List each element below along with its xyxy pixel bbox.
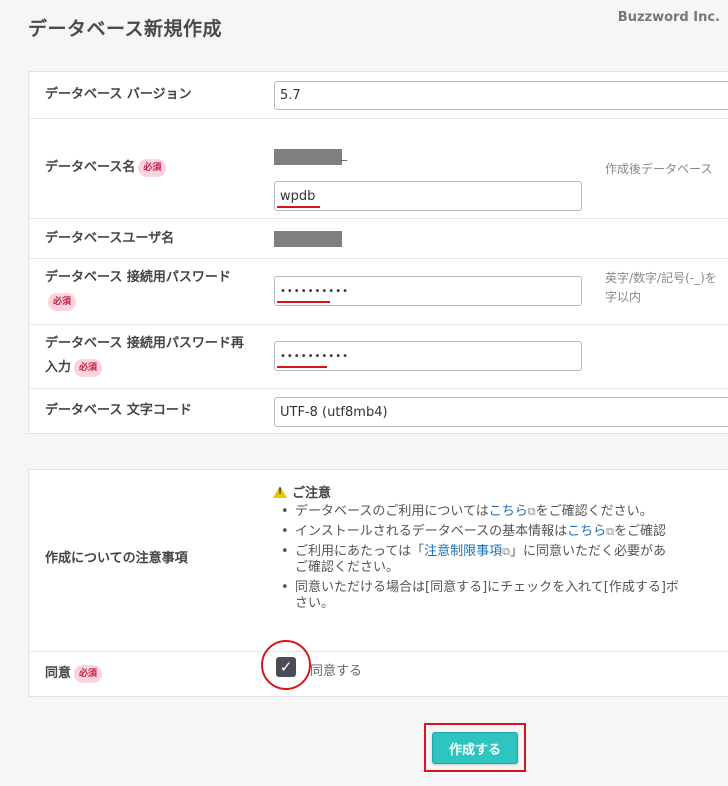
required-badge: 必須 — [48, 292, 77, 311]
external-link-icon: ⧉ — [606, 525, 614, 538]
password-hint: 英字/数字/記号(-_)を 字以内 — [605, 271, 717, 304]
password-confirm-row: データベース 接続用パスワード再入力 必須 •••••••••• — [29, 324, 728, 388]
notice-card: 作成についての注意事項 ご注意 データベースのご利用についてはこちら⧉をご確認く… — [28, 469, 728, 697]
db-name-row: データベース名 必須 _ wpdb 作成後データベース — [29, 118, 728, 218]
required-badge: 必須 — [138, 158, 167, 177]
charset-select[interactable]: UTF-8 (utf8mb4) — [274, 397, 728, 427]
db-user-redacted — [274, 231, 342, 247]
notice-title: ご注意 — [292, 486, 332, 501]
agree-checkbox-label[interactable]: 同意する — [310, 660, 362, 679]
external-link-icon: ⧉ — [502, 545, 510, 558]
version-label: データベース バージョン — [45, 87, 192, 102]
list-item: ご利用にあたっては「注意制限事項⧉」に同意いただく必要があご確認ください。 — [277, 544, 728, 576]
db-name-prefix-redacted — [274, 149, 342, 165]
list-item: データベースのご利用についてはこちら⧉をご確認ください。 — [277, 504, 728, 520]
basic-info-link[interactable]: こちら — [567, 524, 606, 539]
required-badge: 必須 — [74, 664, 103, 683]
usage-guide-link[interactable]: こちら — [489, 504, 528, 519]
charset-label: データベース 文字コード — [45, 403, 192, 418]
agree-row: 同意 必須 ✓ 同意する — [29, 640, 728, 698]
page-title: データベース新規作成 — [28, 18, 223, 40]
charset-row: データベース 文字コード UTF-8 (utf8mb4) — [29, 388, 728, 435]
password-confirm-highlight — [277, 366, 327, 368]
notice-label: 作成についての注意事項 — [45, 551, 188, 566]
agree-checkbox[interactable]: ✓ — [276, 657, 296, 677]
db-name-prefix-separator: _ — [341, 147, 347, 161]
db-user-row: データベースユーザ名 — [29, 218, 728, 258]
password-label: データベース 接続用パスワード — [45, 270, 231, 285]
version-select[interactable]: 5.7 — [274, 81, 728, 110]
db-name-input[interactable]: wpdb — [274, 181, 582, 211]
check-icon: ✓ — [279, 658, 293, 676]
agree-label: 同意 — [45, 666, 72, 681]
external-link-icon: ⧉ — [527, 505, 536, 518]
password-highlight — [277, 301, 330, 303]
create-button[interactable]: 作成する — [432, 732, 518, 764]
db-name-highlight — [277, 206, 320, 208]
list-item: インストールされるデータベースの基本情報はこちら⧉をご確認 — [277, 524, 728, 540]
db-user-label: データベースユーザ名 — [45, 231, 175, 246]
warning-icon — [273, 486, 287, 498]
database-form-card: データベース バージョン 5.7 データベース名 必須 _ wpdb 作成後データ… — [28, 71, 728, 434]
notice-row: 作成についての注意事項 ご注意 データベースのご利用についてはこちら⧉をご確認く… — [29, 470, 728, 651]
db-name-hint: 作成後データベース — [605, 162, 713, 176]
required-badge: 必須 — [74, 358, 103, 377]
db-name-label: データベース名 — [45, 160, 136, 175]
restrictions-link[interactable]: 注意制限事項 — [424, 544, 502, 559]
brand-logo: Buzzword Inc. — [617, 10, 720, 25]
notice-list: データベースのご利用についてはこちら⧉をご確認ください。 インストールされるデー… — [277, 504, 728, 616]
version-row: データベース バージョン 5.7 — [29, 72, 728, 118]
list-item: 同意いただける場合は[同意する]にチェックを入れて[作成する]ボさい。 — [277, 580, 728, 612]
password-row: データベース 接続用パスワード必須 •••••••••• 英字/数字/記号(-_… — [29, 258, 728, 324]
